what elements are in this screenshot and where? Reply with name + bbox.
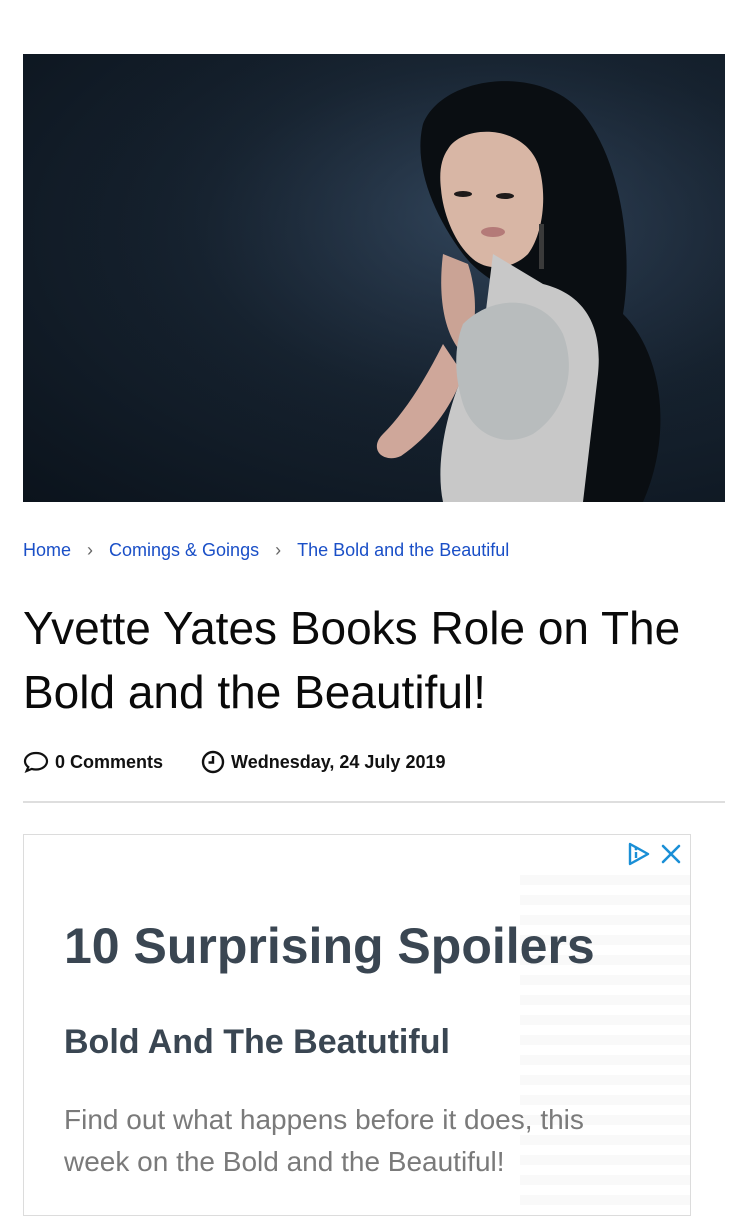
ad-subheadline: Bold And The Beatutiful: [64, 1023, 450, 1061]
comments-count: 0 Comments: [55, 751, 164, 772]
ad-headline: 10 Surprising Spoilers: [64, 918, 595, 974]
chevron-right-icon: ›: [87, 540, 94, 560]
breadcrumb-bold-beautiful[interactable]: The Bold and the Beautiful: [297, 540, 509, 561]
portrait-illustration: [23, 54, 725, 502]
comments-link[interactable]: 0 Comments: [23, 750, 163, 774]
chevron-right-icon: ›: [275, 540, 282, 560]
comment-bubble-icon: [23, 751, 49, 774]
advertisement[interactable]: 10 Surprising Spoilers Bold And The Beat…: [23, 834, 691, 1216]
publish-date: Wednesday, 24 July 2019: [201, 750, 445, 774]
article-title: Yvette Yates Books Role on The Bold and …: [23, 602, 681, 718]
adchoices-icon[interactable]: [626, 841, 652, 867]
divider: [23, 801, 725, 803]
article-meta: 0 Comments Wednesday, 24 July 2019: [23, 750, 445, 774]
breadcrumb-home[interactable]: Home: [23, 540, 71, 561]
date-text: Wednesday, 24 July 2019: [231, 751, 446, 772]
ad-controls: [626, 841, 682, 867]
clock-icon: [201, 750, 225, 774]
hero-image: [23, 54, 725, 502]
breadcrumb-comings-goings[interactable]: Comings & Goings: [109, 540, 259, 561]
close-icon[interactable]: [660, 843, 682, 865]
ad-body-text: Find out what happens before it does, th…: [64, 1104, 584, 1177]
breadcrumb: Home › Comings & Goings › The Bold and t…: [23, 540, 509, 561]
